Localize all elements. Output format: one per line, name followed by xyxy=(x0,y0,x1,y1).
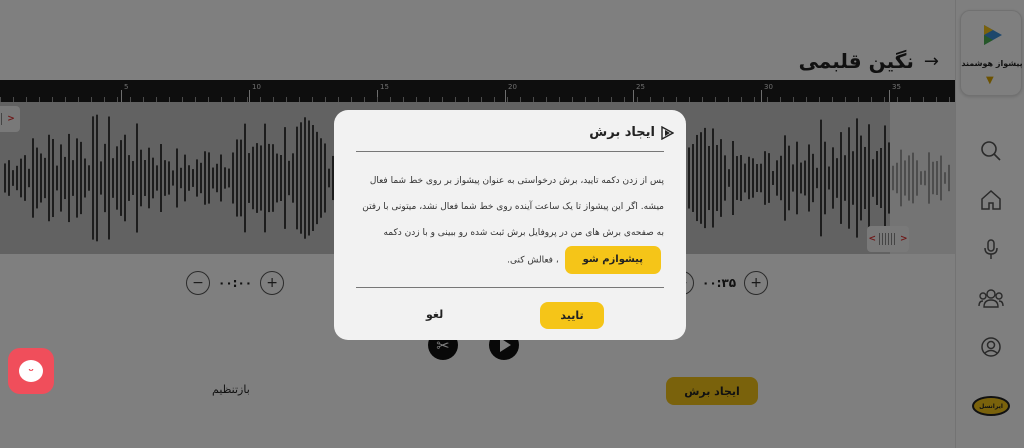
dialog-header: ایجاد برش xyxy=(589,125,674,140)
confirm-button[interactable]: تایید xyxy=(540,302,604,329)
dialog-message-part-1: پس از زدن دکمه تایید، برش درخواستی به عن… xyxy=(362,176,664,238)
divider xyxy=(356,151,664,152)
support-chat-button[interactable]: ᵕ xyxy=(8,348,54,394)
chat-face-icon: ᵕ xyxy=(19,360,43,382)
dialog-message: پس از زدن دکمه تایید، برش درخواستی به عن… xyxy=(356,168,664,274)
dialog-title: ایجاد برش xyxy=(589,125,655,140)
dialog-message-part-2: ، فعالش کنی. xyxy=(507,255,559,266)
cancel-button[interactable]: لغو xyxy=(426,308,443,321)
pishvazam-sho-button[interactable]: پیشوازم شو xyxy=(564,246,661,274)
divider xyxy=(356,287,664,288)
brand-play-icon xyxy=(661,125,674,140)
create-cut-dialog: ایجاد برش پس از زدن دکمه تایید، برش درخو… xyxy=(334,110,686,340)
